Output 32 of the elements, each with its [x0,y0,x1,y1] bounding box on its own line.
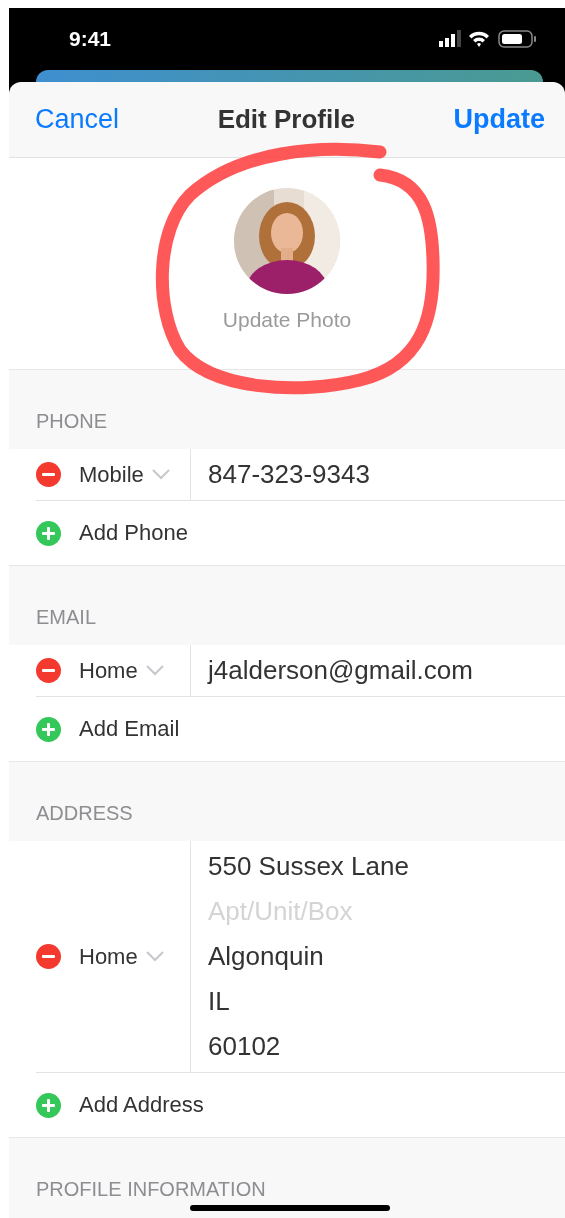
field-value[interactable]: j4alderson@gmail.com [208,648,473,693]
add-icon [36,1092,61,1118]
add-row[interactable]: Add Phone [9,501,565,565]
remove-icon[interactable] [36,462,61,487]
field-value[interactable]: 60102 [208,1024,409,1069]
battery-icon [498,30,536,48]
chevron-down-icon [145,665,164,676]
add-icon [36,520,61,546]
section-header: PHONE [36,410,108,433]
section-header: EMAIL [36,606,97,629]
chevron-down-icon [151,469,170,480]
label-picker[interactable]: Mobile [79,461,170,488]
remove-icon[interactable] [36,658,61,683]
status-time: 9:41 [69,27,112,51]
field-value[interactable]: IL [208,979,409,1024]
section-header: PROFILE INFORMATION [36,1178,266,1201]
wifi-icon [469,31,489,47]
section-header: ADDRESS [36,802,133,825]
label-picker[interactable]: Home [79,657,164,684]
chevron-down-icon [145,951,164,962]
field-value[interactable]: 847-323-9343 [208,452,370,497]
add-icon [36,716,61,742]
screen-title: Edit Profile [217,104,355,135]
field-value[interactable]: 550 Sussex Lane [208,844,409,889]
add-row[interactable]: Add Email [9,697,565,761]
update-button[interactable]: Update [453,104,545,135]
cancel-button[interactable]: Cancel [35,104,120,135]
field-value[interactable]: Algonquin [208,934,409,979]
label-picker[interactable]: Home [79,943,164,970]
signal-icon [439,30,461,47]
remove-icon[interactable] [36,944,61,969]
add-row[interactable]: Add Address [9,1073,565,1137]
